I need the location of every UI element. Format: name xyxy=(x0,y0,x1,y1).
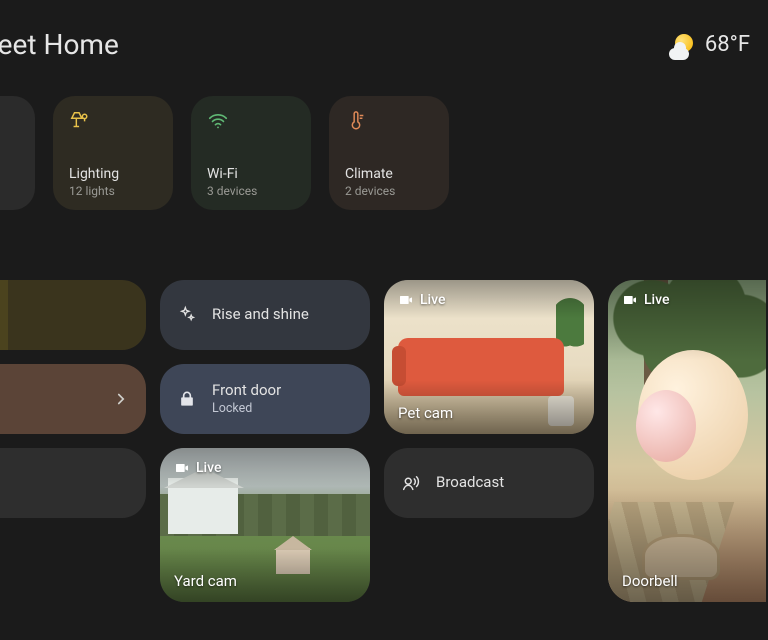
category-label: Lighting xyxy=(69,166,159,182)
favorites-grid: en light 0% Rise and shine Live Pet xyxy=(0,280,766,602)
category-row: Lighting 12 lights Wi-Fi 3 devices xyxy=(0,96,449,210)
tile-label: Rise and shine xyxy=(212,306,309,323)
category-tile-wifi[interactable]: Wi-Fi 3 devices xyxy=(191,96,311,210)
header: g Street Home 68°F xyxy=(0,28,768,61)
tile-pet-cam[interactable]: Live Pet cam xyxy=(384,280,594,434)
live-badge: Live xyxy=(398,292,445,308)
weather-temp: 68°F xyxy=(705,32,750,57)
category-label: Wi-Fi xyxy=(207,166,297,182)
tile-rise-and-shine[interactable]: Rise and shine xyxy=(160,280,370,350)
video-icon xyxy=(622,292,638,308)
category-sub: 2 devices xyxy=(345,184,435,198)
category-tile-lighting[interactable]: Lighting 12 lights xyxy=(53,96,173,210)
weather-chip[interactable]: 68°F xyxy=(671,32,750,58)
tile-kitchen-light[interactable]: en light 0% xyxy=(0,280,146,350)
camera-name: Pet cam xyxy=(398,404,453,422)
lock-icon xyxy=(176,388,198,410)
broadcast-icon xyxy=(400,472,422,494)
category-tile-climate[interactable]: Climate 2 devices xyxy=(329,96,449,210)
sparkle-icon xyxy=(176,304,198,326)
camera-name: Doorbell xyxy=(622,572,678,590)
category-tile-blank[interactable] xyxy=(0,96,35,210)
tile-sub: Locked xyxy=(212,401,281,416)
camera-name: Yard cam xyxy=(174,572,237,590)
category-sub: 12 lights xyxy=(69,184,159,198)
home-dashboard: g Street Home 68°F Lighting 12 lights xyxy=(0,0,768,640)
video-icon xyxy=(174,460,190,476)
live-badge: Live xyxy=(174,460,221,476)
chevron-right-icon xyxy=(112,390,130,408)
category-sub: 3 devices xyxy=(207,184,297,198)
tile-doorbell-cam[interactable]: Live Doorbell xyxy=(608,280,766,602)
live-badge: Live xyxy=(622,292,669,308)
tile-thermostat[interactable]: mostat r 65 xyxy=(0,364,146,434)
tile-broadcast[interactable]: Broadcast xyxy=(384,448,594,518)
tile-yard-cam[interactable]: Live Yard cam xyxy=(160,448,370,602)
tile-home[interactable]: me xyxy=(0,448,146,518)
weather-partly-sunny-icon xyxy=(671,32,697,58)
tile-front-door[interactable]: Front door Locked xyxy=(160,364,370,434)
video-icon xyxy=(398,292,414,308)
home-title: g Street Home xyxy=(0,28,119,61)
category-label: Climate xyxy=(345,166,435,182)
tile-label: Broadcast xyxy=(436,474,504,491)
tile-label: Front door xyxy=(212,382,281,399)
wifi-icon xyxy=(207,110,229,132)
thermometer-icon xyxy=(345,110,367,132)
lamp-icon xyxy=(69,110,91,132)
